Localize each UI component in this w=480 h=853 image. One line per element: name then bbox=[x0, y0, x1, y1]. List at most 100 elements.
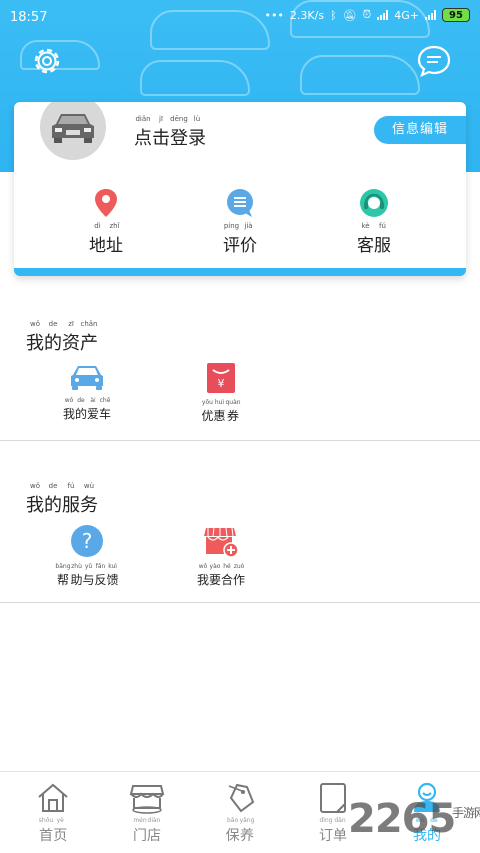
asset-char: ài 爱 bbox=[87, 396, 99, 422]
service-pinyin: hé bbox=[223, 563, 231, 570]
assets-title-char: chǎn 产 bbox=[80, 320, 98, 355]
quick-pinyin: píng bbox=[223, 222, 240, 230]
service-pinyin: kuì bbox=[108, 563, 117, 570]
tab-char: dìng 订 bbox=[319, 816, 333, 845]
tab-pinyin: dìng bbox=[319, 817, 333, 824]
quick-char: fú 服 bbox=[374, 222, 391, 256]
login-pinyin: lù bbox=[193, 115, 201, 123]
service-hanzi: 馈 bbox=[106, 573, 119, 587]
tab-label: shǒu 首 yè 页 bbox=[39, 816, 67, 845]
tab-pinyin: diàn bbox=[147, 817, 161, 824]
quick-label: dì 地 zhǐ 址 bbox=[89, 222, 123, 256]
comment-icon bbox=[227, 189, 253, 217]
tab-char: diàn 店 bbox=[147, 816, 161, 845]
tab-char: mén 门 bbox=[133, 816, 147, 845]
asset-pinyin: chē bbox=[99, 397, 111, 404]
services-section-title: wǒ 我 de 的 fú 服 wù 务 bbox=[26, 472, 98, 517]
tab-hanzi: 页 bbox=[53, 828, 68, 844]
tab-hanzi: 首 bbox=[39, 828, 53, 844]
assets-title-hanzi: 的 bbox=[44, 333, 62, 354]
shop-add-icon bbox=[204, 527, 239, 558]
coupon-icon: ¥ bbox=[207, 363, 235, 393]
home-icon bbox=[38, 783, 68, 812]
service-pinyin: zuò bbox=[233, 563, 245, 570]
services-title-pinyin: wù bbox=[83, 482, 95, 490]
edit-info-button[interactable]: 信息编辑 bbox=[373, 116, 466, 144]
tab-hanzi: 门 bbox=[133, 828, 147, 844]
login-char: dēng 登 bbox=[170, 115, 188, 150]
item-label: wǒ 我 yào 要 hé 合 zuò 作 bbox=[197, 562, 245, 588]
service-char: hé 合 bbox=[221, 562, 233, 588]
item-label: yōu 优 huì 惠 quàn 券 bbox=[201, 398, 240, 424]
login-hanzi: 录 bbox=[188, 128, 206, 149]
services-title-pinyin: de bbox=[48, 482, 58, 490]
tab-char: shǒu 首 bbox=[39, 816, 53, 845]
service-hanzi: 与 bbox=[82, 573, 95, 587]
quick-hanzi: 址 bbox=[106, 236, 123, 256]
asset-hanzi: 惠 bbox=[213, 409, 226, 423]
tab-store[interactable]: mén 门 diàn 店 bbox=[99, 782, 195, 845]
asset-char: chē 车 bbox=[99, 396, 111, 422]
tag-icon bbox=[228, 783, 255, 813]
tab-home[interactable]: shǒu 首 yè 页 bbox=[5, 782, 101, 845]
service-hanzi: 我 bbox=[196, 573, 209, 587]
service-pinyin: wǒ bbox=[198, 563, 208, 570]
asset-pinyin: de bbox=[77, 397, 85, 404]
asset-hanzi: 车 bbox=[99, 407, 112, 421]
asset-char: de 的 bbox=[75, 396, 87, 422]
my-car-item[interactable]: wǒ 我 de 的 ài 爱 chē 车 bbox=[42, 362, 132, 422]
services-title-char: fú 服 bbox=[62, 482, 80, 517]
quick-char: jià 价 bbox=[240, 222, 257, 256]
service-char: zhù 助 bbox=[71, 562, 83, 588]
alarm-icon: ⏰︎ bbox=[362, 8, 372, 21]
tab-hanzi: 养 bbox=[240, 828, 254, 844]
mute-bell-icon: 🔕︎ bbox=[342, 8, 357, 22]
assets-title-pinyin: chǎn bbox=[80, 320, 98, 328]
login-link[interactable]: diǎn 点 jī 击 dēng 登 lù 录 bbox=[134, 106, 206, 150]
tab-pinyin: bǎo bbox=[227, 817, 239, 824]
tab-maintenance[interactable]: bǎo 保 yǎng 养 bbox=[192, 782, 288, 845]
coupon-item[interactable]: ¥ yōu 优 huì 惠 quàn 券 bbox=[176, 362, 266, 424]
quick-service[interactable]: kè 客 fú 服 bbox=[334, 188, 414, 256]
message-chat-icon[interactable] bbox=[416, 43, 452, 79]
tab-label: mén 门 diàn 店 bbox=[133, 816, 161, 845]
assets-title-char: wǒ 我 bbox=[26, 320, 44, 355]
asset-char: huì 惠 bbox=[213, 398, 225, 424]
avatar[interactable] bbox=[40, 102, 106, 160]
quick-hanzi: 客 bbox=[357, 236, 374, 256]
quick-char: zhǐ 址 bbox=[106, 222, 123, 256]
asset-hanzi: 的 bbox=[74, 407, 87, 421]
service-char: fǎn 反 bbox=[95, 562, 107, 588]
quick-hanzi: 服 bbox=[374, 236, 391, 256]
cooperate-item[interactable]: wǒ 我 yào 要 hé 合 zuò 作 bbox=[176, 524, 266, 588]
service-pinyin: fǎn bbox=[95, 563, 106, 570]
quick-pinyin: kè bbox=[361, 222, 370, 230]
service-char: yǔ 与 bbox=[83, 562, 95, 588]
card-accent-bar bbox=[14, 268, 466, 276]
tab-pinyin: yǎng bbox=[239, 817, 255, 824]
asset-char: quàn 券 bbox=[225, 398, 240, 424]
svg-text:¥: ¥ bbox=[218, 377, 225, 390]
assets-title-hanzi: 资 bbox=[62, 333, 80, 354]
quick-review[interactable]: píng 评 jià 价 bbox=[200, 188, 280, 256]
service-hanzi: 帮 bbox=[56, 573, 69, 587]
bluetooth-icon: ᛒ bbox=[330, 8, 337, 22]
login-hanzi: 击 bbox=[152, 128, 170, 149]
network-speed: 2.3K/s bbox=[289, 8, 325, 22]
profile-card: diǎn 点 jī 击 dēng 登 lù 录 信息编辑 dì 地 zhǐ 址 píng 评 jià 价 … bbox=[14, 102, 466, 276]
services-title-pinyin: fú bbox=[67, 482, 75, 490]
tab-pinyin: yè bbox=[56, 817, 64, 824]
order-icon bbox=[320, 783, 346, 813]
status-time: 18:57 bbox=[10, 10, 48, 25]
item-label: wǒ 我 de 的 ài 爱 chē 车 bbox=[63, 396, 111, 422]
tab-char: yǎng 养 bbox=[240, 816, 255, 845]
quick-address[interactable]: dì 地 zhǐ 址 bbox=[66, 188, 146, 256]
services-title-char: wǒ 我 bbox=[26, 482, 44, 517]
service-hanzi: 作 bbox=[233, 573, 246, 587]
help-feedback-item[interactable]: ? bāng 帮 zhù 助 yǔ 与 fǎn 反 kuì 馈 bbox=[42, 524, 132, 588]
section-divider bbox=[0, 602, 480, 603]
asset-pinyin: yōu bbox=[201, 399, 213, 406]
login-char: diǎn 点 bbox=[134, 115, 152, 150]
settings-gear-icon[interactable] bbox=[30, 44, 64, 78]
tab-label: dìng 订 dān 单 bbox=[319, 816, 347, 845]
